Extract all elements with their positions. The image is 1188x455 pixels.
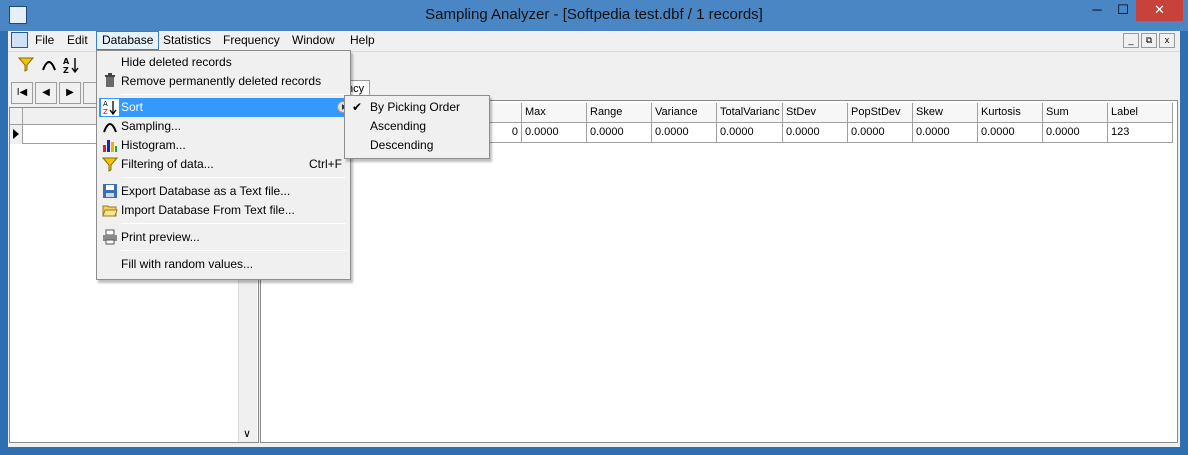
client-area: File Edit Database Statistics Frequency …	[8, 31, 1180, 447]
menu-item-label: Export Database as a Text file...	[121, 184, 291, 198]
menu-item-label: Filtering of data...	[121, 157, 214, 171]
trash-icon	[101, 73, 119, 90]
menu-item-label: Fill with random values...	[121, 257, 254, 271]
grid-cell[interactable]: 0.0000	[652, 123, 717, 143]
prev-record-button[interactable]: ◀	[35, 82, 57, 104]
menu-item-import[interactable]: Import Database From Text file...	[99, 201, 350, 220]
menu-item-print-preview[interactable]: Print preview...	[99, 228, 350, 247]
app-icon	[9, 6, 27, 24]
menu-item-hide-deleted[interactable]: Hide deleted records	[99, 53, 350, 72]
column-header[interactable]: Sum	[1043, 103, 1108, 123]
menu-separator	[121, 250, 346, 251]
row-indicator-header	[10, 108, 23, 125]
grid-cell[interactable]: 0.0000	[783, 123, 848, 143]
menu-separator	[121, 94, 346, 95]
mdi-minimize-button[interactable]: _	[1123, 33, 1139, 48]
menu-item-sampling[interactable]: Sampling...	[99, 117, 350, 136]
menu-item-filtering[interactable]: Filtering of data... Ctrl+F	[99, 155, 350, 174]
grid-cell[interactable]: 0.0000	[522, 123, 587, 143]
grid-cell[interactable]: 0.0000	[978, 123, 1043, 143]
menu-statistics[interactable]: Statistics	[158, 31, 216, 50]
column-header[interactable]: PopStDev	[848, 103, 913, 123]
row-pointer-icon	[13, 129, 19, 139]
menu-item-sort[interactable]: AZ Sort	[99, 98, 350, 117]
submenu-item-descending[interactable]: Descending	[347, 136, 489, 155]
menu-item-remove-deleted[interactable]: Remove permanently deleted records	[99, 72, 350, 91]
grid-cell[interactable]: 123	[1108, 123, 1173, 143]
menu-item-label: Hide deleted records	[121, 55, 232, 69]
next-record-button[interactable]: ▶	[59, 82, 81, 104]
column-header[interactable]: Skew	[913, 103, 978, 123]
printer-icon	[101, 229, 119, 246]
menu-separator	[121, 177, 346, 178]
column-header[interactable]: Variance	[652, 103, 717, 123]
maximize-button[interactable]: ☐	[1110, 0, 1136, 21]
folder-icon	[101, 202, 119, 219]
column-header[interactable]: Kurtosis	[978, 103, 1043, 123]
sampling-icon	[101, 118, 119, 135]
filter-icon[interactable]	[17, 56, 35, 74]
menu-edit[interactable]: Edit	[62, 31, 93, 50]
menu-help[interactable]: Help	[345, 31, 380, 50]
grid-cell[interactable]: 0.0000	[717, 123, 783, 143]
minimize-button[interactable]: ─	[1084, 0, 1110, 21]
scroll-down-icon[interactable]: ∨	[243, 427, 251, 440]
menu-item-label: Ascending	[370, 119, 427, 133]
submenu-item-ascending[interactable]: Ascending	[347, 117, 489, 136]
column-header[interactable]: Range	[587, 103, 652, 123]
menu-item-label: Descending	[370, 138, 434, 152]
grid-cell[interactable]: 0.0000	[1043, 123, 1108, 143]
column-header[interactable]: Max	[522, 103, 587, 123]
menu-database[interactable]: Database	[96, 31, 160, 50]
menu-bar: File Edit Database Statistics Frequency …	[8, 31, 1180, 50]
menu-item-histogram[interactable]: Histogram...	[99, 136, 350, 155]
grid-cell[interactable]: 0.0000	[848, 123, 913, 143]
svg-text:Z: Z	[103, 108, 108, 115]
menu-item-label: Sampling...	[121, 119, 182, 133]
save-icon	[101, 183, 119, 200]
mdi-restore-button[interactable]: ⧉	[1141, 33, 1157, 48]
grid-cell[interactable]: 0.0000	[587, 123, 652, 143]
menu-frequency[interactable]: Frequency	[218, 31, 285, 50]
grid-cell[interactable]: 0.0000	[913, 123, 978, 143]
menu-file[interactable]: File	[30, 31, 59, 50]
menu-item-label: By Picking Order	[370, 100, 461, 114]
sort-submenu: ✔ By Picking Order Ascending Descending	[344, 95, 490, 159]
title-bar: Sampling Analyzer - [Softpedia test.dbf …	[0, 0, 1188, 31]
menu-item-export[interactable]: Export Database as a Text file...	[99, 182, 350, 201]
histogram-icon	[101, 137, 119, 154]
menu-item-label: Import Database From Text file...	[121, 203, 295, 217]
menu-item-label: Sort	[121, 100, 144, 114]
first-record-button[interactable]: I◀	[11, 82, 33, 104]
document-icon[interactable]	[11, 32, 28, 48]
menu-item-label: Remove permanently deleted records	[121, 74, 322, 88]
svg-text:A: A	[103, 100, 108, 108]
mdi-close-button[interactable]: x	[1159, 33, 1175, 48]
column-header[interactable]: StDev	[783, 103, 848, 123]
menu-item-label: Histogram...	[121, 138, 186, 152]
histogram-icon[interactable]	[40, 56, 58, 74]
sort-az-icon: AZ	[101, 99, 119, 116]
sort-az-icon[interactable]: AZ	[63, 56, 81, 75]
svg-text:A: A	[63, 57, 70, 66]
submenu-item-by-picking-order[interactable]: ✔ By Picking Order	[347, 98, 489, 117]
close-button[interactable]: ✕	[1136, 0, 1183, 21]
filter-icon	[101, 156, 119, 173]
shortcut-label: Ctrl+F	[309, 157, 342, 171]
menu-separator	[121, 223, 346, 224]
menu-window[interactable]: Window	[287, 31, 340, 50]
database-menu: Hide deleted records Remove permanently …	[96, 50, 351, 280]
window-title: Sampling Analyzer - [Softpedia test.dbf …	[425, 6, 763, 23]
checkmark-icon: ✔	[352, 100, 363, 114]
column-header[interactable]: TotalVarianc	[717, 103, 783, 123]
current-row-indicator	[10, 125, 23, 144]
menu-item-fill-random[interactable]: Fill with random values...	[99, 255, 350, 274]
menu-item-label: Print preview...	[121, 230, 200, 244]
svg-text:Z: Z	[63, 66, 69, 74]
column-header[interactable]: Label	[1108, 103, 1173, 123]
